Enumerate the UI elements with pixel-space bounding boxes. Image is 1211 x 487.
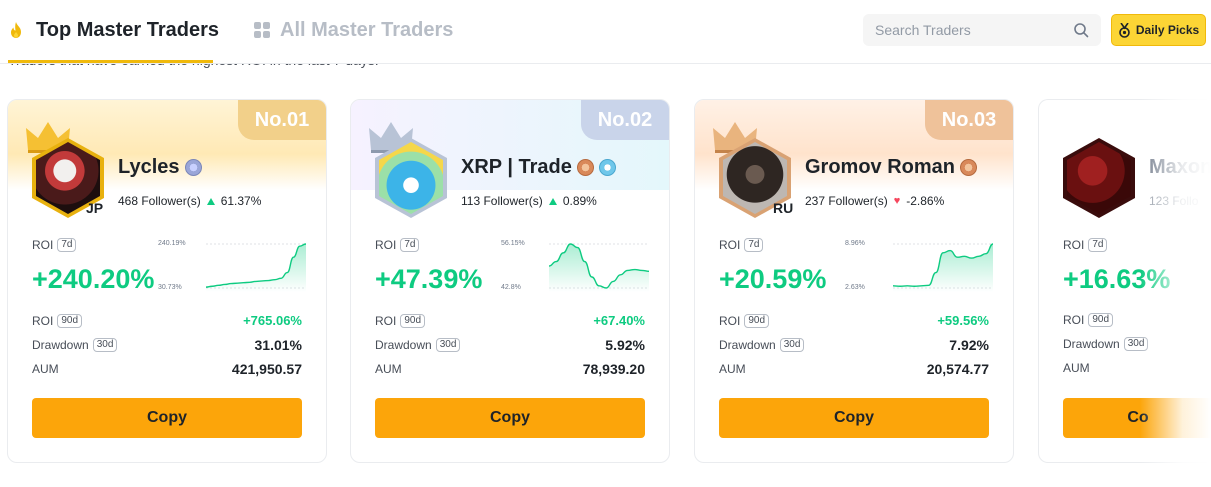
avatar[interactable] (1061, 126, 1139, 218)
trader-card: No.03 RU Gromov Roman 237 Follower(s) ♥ … (694, 99, 1014, 463)
aum-row: AUM 78,939.20 (375, 361, 645, 377)
trader-name[interactable]: Lycles (118, 156, 180, 179)
followers-row: 237 Follower(s) ♥ -2.86% (805, 194, 944, 208)
roi-sparkline (548, 243, 650, 292)
drawdown-value: 5.92% (605, 337, 645, 353)
copy-button[interactable]: Co (1063, 398, 1211, 438)
bronze-badge-icon (576, 159, 594, 176)
roi-7d-value: +20.59% (719, 264, 827, 294)
trader-name-row[interactable]: XRP | Trade (461, 156, 616, 179)
period-tag: 7d (57, 238, 77, 252)
follower-change: 0.89% (562, 194, 597, 208)
roi-90d-value: +59.56% (937, 313, 989, 328)
top-bar: Top Master Traders All Master Traders Da… (0, 0, 1211, 64)
roi-7d-value: +240.20% (32, 264, 155, 294)
roi-7d-label: ROI 7d (1063, 238, 1108, 252)
search-input[interactable] (875, 22, 1073, 38)
tab-all-master-traders[interactable]: All Master Traders (254, 12, 453, 48)
country-code: RU (773, 200, 794, 216)
followers-row: 113 Follower(s) 0.89% (461, 194, 597, 208)
copy-button[interactable]: Copy (375, 398, 645, 438)
followers-row: 123 Follo (1149, 194, 1198, 208)
aum-row: AUM (1063, 361, 1090, 375)
rank-badge: No.03 (925, 100, 1013, 140)
flame-icon (11, 22, 21, 38)
search-icon[interactable] (1073, 22, 1089, 38)
trader-name-row[interactable]: Lycles (118, 156, 202, 179)
avatar[interactable] (369, 122, 451, 218)
trader-name[interactable]: XRP | Trade (461, 156, 572, 179)
period-tag: 7d (400, 238, 420, 252)
trader-card: No.02 XRP | Trade 113 Follower(s) 0.89% … (350, 99, 670, 463)
aum-row: AUM 421,950.57 (32, 361, 302, 377)
rank-badge: No.02 (581, 100, 669, 140)
tab-top-label: Top Master Traders (36, 18, 220, 41)
drawdown-value: 31.01% (254, 337, 302, 353)
roi-90d-row: ROI 90d +765.06% (32, 313, 302, 328)
trend-down-icon: ♥ (893, 195, 901, 207)
roi-7d-label: ROI 7d (375, 238, 420, 252)
rank-badge: No.01 (238, 100, 326, 140)
trader-name[interactable]: Maxon (1149, 156, 1211, 179)
roi-90d-row: ROI 90d (1063, 313, 1203, 327)
drawdown-row: Drawdown 30d 31.01% (32, 337, 302, 353)
country-code: JP (86, 200, 104, 216)
trader-name[interactable]: Gromov Roman (805, 156, 955, 179)
period-tag: 7d (1088, 238, 1108, 252)
roi-90d-value: +67.40% (593, 313, 645, 328)
roi-sparkline (892, 243, 994, 292)
follower-count: 113 Follower(s) (461, 194, 543, 208)
aum-row: AUM 20,574.77 (719, 361, 989, 377)
avatar-image (379, 142, 443, 214)
trend-up-icon (206, 197, 215, 205)
trader-name-row[interactable]: Gromov Roman (805, 156, 978, 179)
roi-7d-value: +47.39% (375, 264, 483, 294)
link-badge-icon (598, 159, 616, 176)
medal-icon (1119, 22, 1130, 38)
roi-7d-label: ROI 7d (32, 238, 77, 252)
follower-count: 123 Follo (1149, 194, 1199, 208)
bronze-badge-icon (960, 159, 978, 176)
period-tag: 7d (744, 238, 764, 252)
drawdown-value: 7.92% (949, 337, 989, 353)
avatar-image (1067, 142, 1131, 214)
roi-90d-row: ROI 90d +59.56% (719, 313, 989, 328)
trader-card: Maxon 123 Follo ROI 7d +16.63% ROI 90d Dra… (1038, 99, 1211, 463)
aum-value: 421,950.57 (231, 361, 302, 377)
follower-count: 237 Follower(s) (805, 194, 888, 208)
follower-change: -2.86% (906, 194, 945, 208)
active-tab-indicator (8, 60, 213, 63)
tab-all-label: All Master Traders (280, 18, 454, 41)
copy-button[interactable]: Copy (32, 398, 302, 438)
follower-change: 61.37% (220, 194, 262, 208)
drawdown-row: Drawdown 30d 5.92% (375, 337, 645, 353)
avatar[interactable]: RU (713, 122, 795, 218)
sparkline-area (893, 244, 993, 292)
trader-name-row[interactable]: Maxon (1149, 156, 1211, 179)
roi-sparkline (205, 243, 307, 292)
roi-90d-row: ROI 90d +67.40% (375, 313, 645, 328)
roi-90d-value: +765.06% (243, 313, 302, 328)
trader-card: No.01 JP Lycles 468 Follower(s) 61.37% R… (7, 99, 327, 463)
roi-7d-value: +16.63% (1063, 264, 1171, 294)
daily-picks-button[interactable]: Daily Picks (1111, 14, 1206, 46)
aum-value: 20,574.77 (926, 361, 989, 377)
avatar[interactable]: JP (26, 122, 108, 218)
drawdown-row: Drawdown 30d 7.92% (719, 337, 989, 353)
aum-value: 78,939.20 (582, 361, 645, 377)
sparkline-area (549, 244, 649, 292)
search-box[interactable] (863, 14, 1101, 46)
copy-button[interactable]: Copy (719, 398, 989, 438)
gem-badge-icon (184, 159, 202, 176)
follower-count: 468 Follower(s) (118, 194, 201, 208)
tab-top-master-traders[interactable]: Top Master Traders (8, 12, 219, 48)
drawdown-row: Drawdown 30d (1063, 337, 1203, 351)
roi-7d-label: ROI 7d (719, 238, 764, 252)
followers-row: 468 Follower(s) 61.37% (118, 194, 261, 208)
grid-icon (254, 22, 270, 38)
daily-picks-label: Daily Picks (1135, 23, 1200, 37)
trend-up-icon (548, 197, 557, 205)
